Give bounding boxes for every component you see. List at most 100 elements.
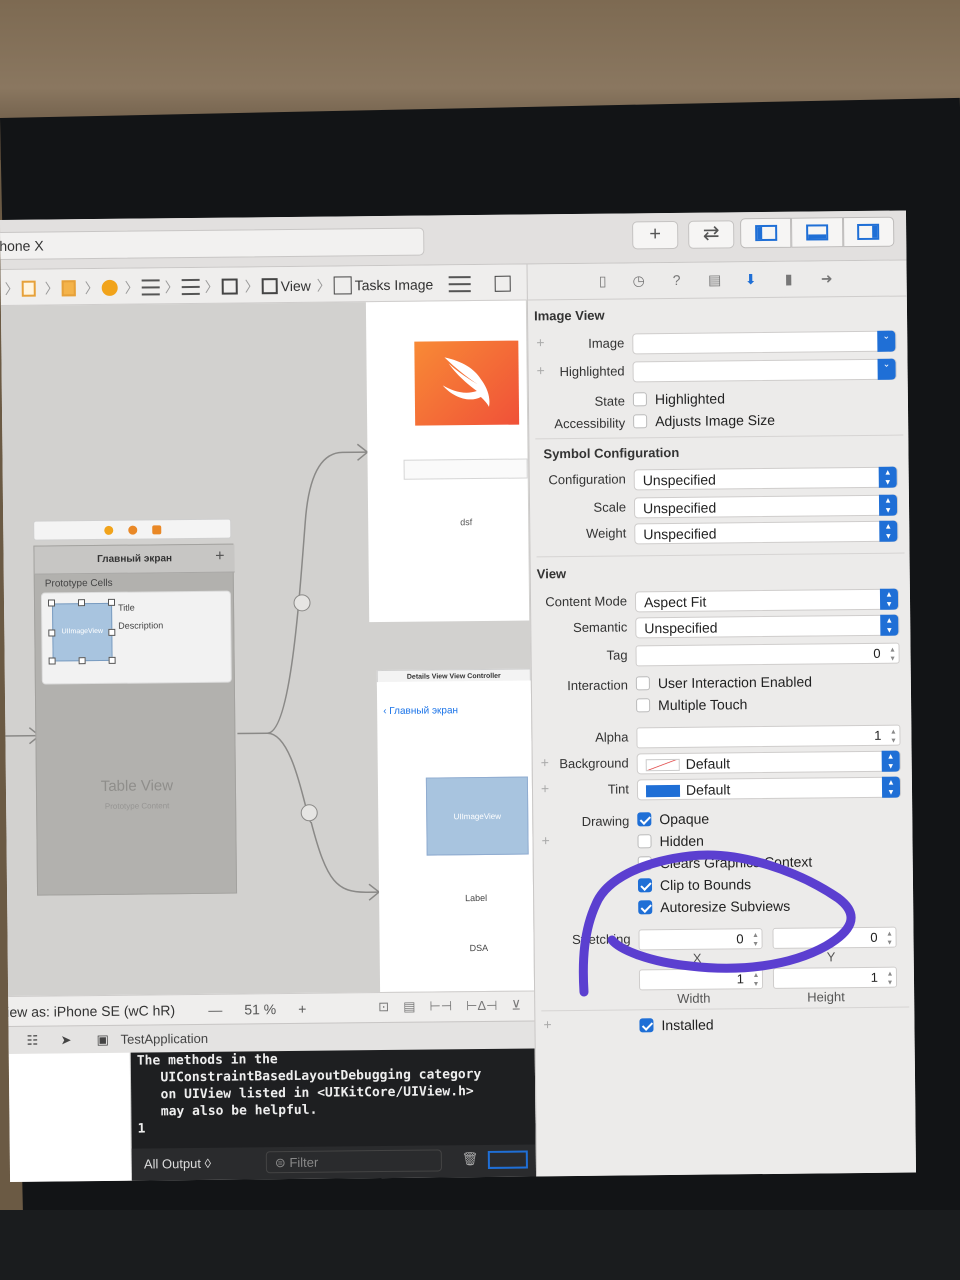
installed-checkbox[interactable]: Installed <box>639 1017 714 1034</box>
stepper-icon[interactable]: ▴ ▾ <box>886 727 900 745</box>
resize-handle[interactable] <box>48 629 56 637</box>
variables-view[interactable] <box>8 1052 133 1182</box>
debug-toggle-button[interactable] <box>791 217 843 248</box>
nav-title: Главный экран <box>97 553 173 566</box>
resize-handle[interactable] <box>77 599 86 607</box>
console-filter-input[interactable]: ⊜ Filter <box>265 1149 442 1174</box>
state-highlighted-checkbox[interactable]: Highlighted <box>632 390 725 407</box>
clears-graphics-checkbox[interactable]: Clears Graphics Context <box>637 854 812 872</box>
stretch-x-field[interactable]: 0 ▴ ▾ <box>638 928 763 951</box>
add-editor-button[interactable] <box>494 274 511 294</box>
clip-to-bounds-checkbox[interactable]: Clip to Bounds <box>637 876 751 893</box>
detail-image-view[interactable]: UIImageView <box>425 776 529 856</box>
cell-image-view[interactable]: UIImageView <box>52 602 113 662</box>
resize-handle[interactable] <box>47 599 56 607</box>
opaque-checkbox[interactable]: Opaque <box>637 811 709 828</box>
jump-bar-scene[interactable]: 〉 <box>85 278 118 298</box>
code-review-button[interactable]: ⇄ <box>688 220 735 249</box>
navigator-toggle-button[interactable] <box>740 217 792 249</box>
jump-bar-project[interactable]: 〉 <box>5 279 36 299</box>
scene-dock[interactable] <box>33 518 232 541</box>
checkbox-icon <box>633 414 648 429</box>
stepper-icon[interactable]: ▴ ▾ <box>885 645 899 663</box>
resize-handle[interactable] <box>48 657 56 665</box>
device-configuration-button[interactable]: iew as: iPhone SE (wC hR) <box>6 1002 175 1020</box>
table-view-controller-scene[interactable]: Главный экран + Prototype Cells UIImageV… <box>33 543 238 896</box>
zoom-out-button[interactable]: — <box>208 1002 222 1018</box>
resize-handle[interactable] <box>108 628 116 636</box>
stretch-y-field[interactable]: 0 ▴ ▾ <box>772 926 897 949</box>
hidden-checkbox[interactable]: Hidden <box>637 833 704 850</box>
jump-bar-tasks-image[interactable]: 〉 Tasks Image <box>317 274 434 295</box>
tag-field[interactable]: 0 ▴ ▾ <box>635 642 900 667</box>
semantic-popup[interactable]: Unspecified ▴ ▾ <box>635 614 900 639</box>
jump-bar-table[interactable]: 〉 <box>165 277 200 297</box>
detail-view-controller[interactable]: ‹ Главный экран UIImageView Label DSA <box>376 680 535 996</box>
output-selector[interactable]: All Output ◊ <box>144 1156 211 1172</box>
location-icon[interactable]: ➤ <box>61 1032 72 1048</box>
view-controller-icon <box>104 525 114 535</box>
zoom-in-button[interactable]: + <box>298 1001 306 1017</box>
identity-inspector-icon[interactable]: ▤ <box>706 270 724 288</box>
library-button[interactable]: + <box>632 220 679 250</box>
storyboard-canvas[interactable]: dsf Главный экран + Prototype Cells UIIm… <box>0 300 535 996</box>
stepper-icon[interactable]: ▴ ▾ <box>748 930 762 948</box>
add-variation-icon[interactable]: + <box>541 832 549 848</box>
table-view-cell[interactable]: UIImageView Title Description <box>40 590 232 685</box>
top-view-controller[interactable]: dsf <box>365 300 530 623</box>
split-console-icon[interactable] <box>487 1150 528 1169</box>
align-icon[interactable]: ⊢⊣ <box>429 998 452 1014</box>
trash-icon[interactable]: 🗑 <box>462 1151 479 1167</box>
history-inspector-icon[interactable]: ◷ <box>630 271 648 289</box>
related-items-button[interactable] <box>448 274 471 294</box>
image-combo[interactable]: ⌄ <box>632 330 897 355</box>
resize-handle[interactable] <box>107 598 116 606</box>
stepper-icon[interactable]: ▴ ▾ <box>883 969 897 987</box>
configuration-popup[interactable]: Unspecified ▴ ▾ <box>633 466 898 491</box>
update-frames-icon[interactable]: ⊡ <box>378 999 389 1015</box>
inspector-toggle-button[interactable] <box>842 216 895 248</box>
help-inspector-icon[interactable]: ? <box>668 271 686 289</box>
jump-bar-view[interactable]: 〉 View <box>245 276 311 297</box>
background-popup[interactable]: Default ▴ ▾ <box>636 750 901 775</box>
stepper-icon[interactable]: ▴ ▾ <box>749 970 763 988</box>
scheme-selector[interactable]: hone X <box>0 227 425 261</box>
file-inspector-icon[interactable]: ▯ <box>594 272 612 290</box>
y-caption: Y <box>826 949 836 965</box>
stepper-icon[interactable]: ▴ ▾ <box>882 929 896 947</box>
resize-handle[interactable] <box>108 656 116 664</box>
tint-popup[interactable]: Default ▴ ▾ <box>636 776 902 801</box>
scale-value: Unspecified <box>642 499 717 517</box>
zoom-level: 51 % <box>244 1001 277 1018</box>
content-mode-popup[interactable]: Aspect Fit ▴ ▾ <box>634 588 900 613</box>
jump-bar-storyboard[interactable]: 〉 <box>45 278 76 298</box>
back-button[interactable]: ‹ Главный экран <box>383 705 458 717</box>
add-constraints-icon[interactable]: ⊢Δ⊣ <box>466 998 498 1014</box>
resize-handle[interactable] <box>78 657 86 665</box>
multiple-touch-checkbox[interactable]: Multiple Touch <box>636 696 747 713</box>
stretch-height-field[interactable]: 1 ▴ ▾ <box>772 966 898 989</box>
popup-arrows-icon: ▴ ▾ <box>880 614 899 636</box>
jump-bar-cell[interactable]: 〉 <box>205 277 238 297</box>
user-interaction-checkbox[interactable]: User Interaction Enabled <box>635 674 812 692</box>
jump-bar-controller[interactable]: 〉 <box>125 277 160 297</box>
divider <box>536 552 905 558</box>
scale-popup[interactable]: Unspecified ▴ ▾ <box>633 494 899 519</box>
adjusts-image-size-checkbox[interactable]: Adjusts Image Size <box>633 412 775 429</box>
debug-target[interactable]: TestApplication <box>121 1031 209 1047</box>
embed-in-stack-icon[interactable]: ▤ <box>403 999 415 1015</box>
top-vc-label: dsf <box>460 517 473 528</box>
add-variation-icon[interactable]: + <box>543 1016 551 1032</box>
connections-inspector-icon[interactable]: ➜ <box>818 269 836 287</box>
alpha-field[interactable]: 1 ▴ ▾ <box>636 724 901 749</box>
autoresize-subviews-checkbox[interactable]: Autoresize Subviews <box>638 898 790 916</box>
size-inspector-icon[interactable]: ▮ <box>780 270 798 288</box>
content-mode-label: Content Mode <box>545 593 628 610</box>
resolve-issues-icon[interactable]: ⊻ <box>511 998 521 1014</box>
weight-popup[interactable]: Unspecified ▴ ▾ <box>634 520 899 545</box>
debug-toggle-icon[interactable]: ☷ <box>27 1033 39 1049</box>
add-bar-button[interactable]: + <box>215 548 225 566</box>
highlighted-combo[interactable]: ⌄ <box>632 358 897 383</box>
stretch-width-field[interactable]: 1 ▴ ▾ <box>638 968 764 991</box>
attributes-inspector-icon[interactable]: ⬇ <box>742 270 760 288</box>
